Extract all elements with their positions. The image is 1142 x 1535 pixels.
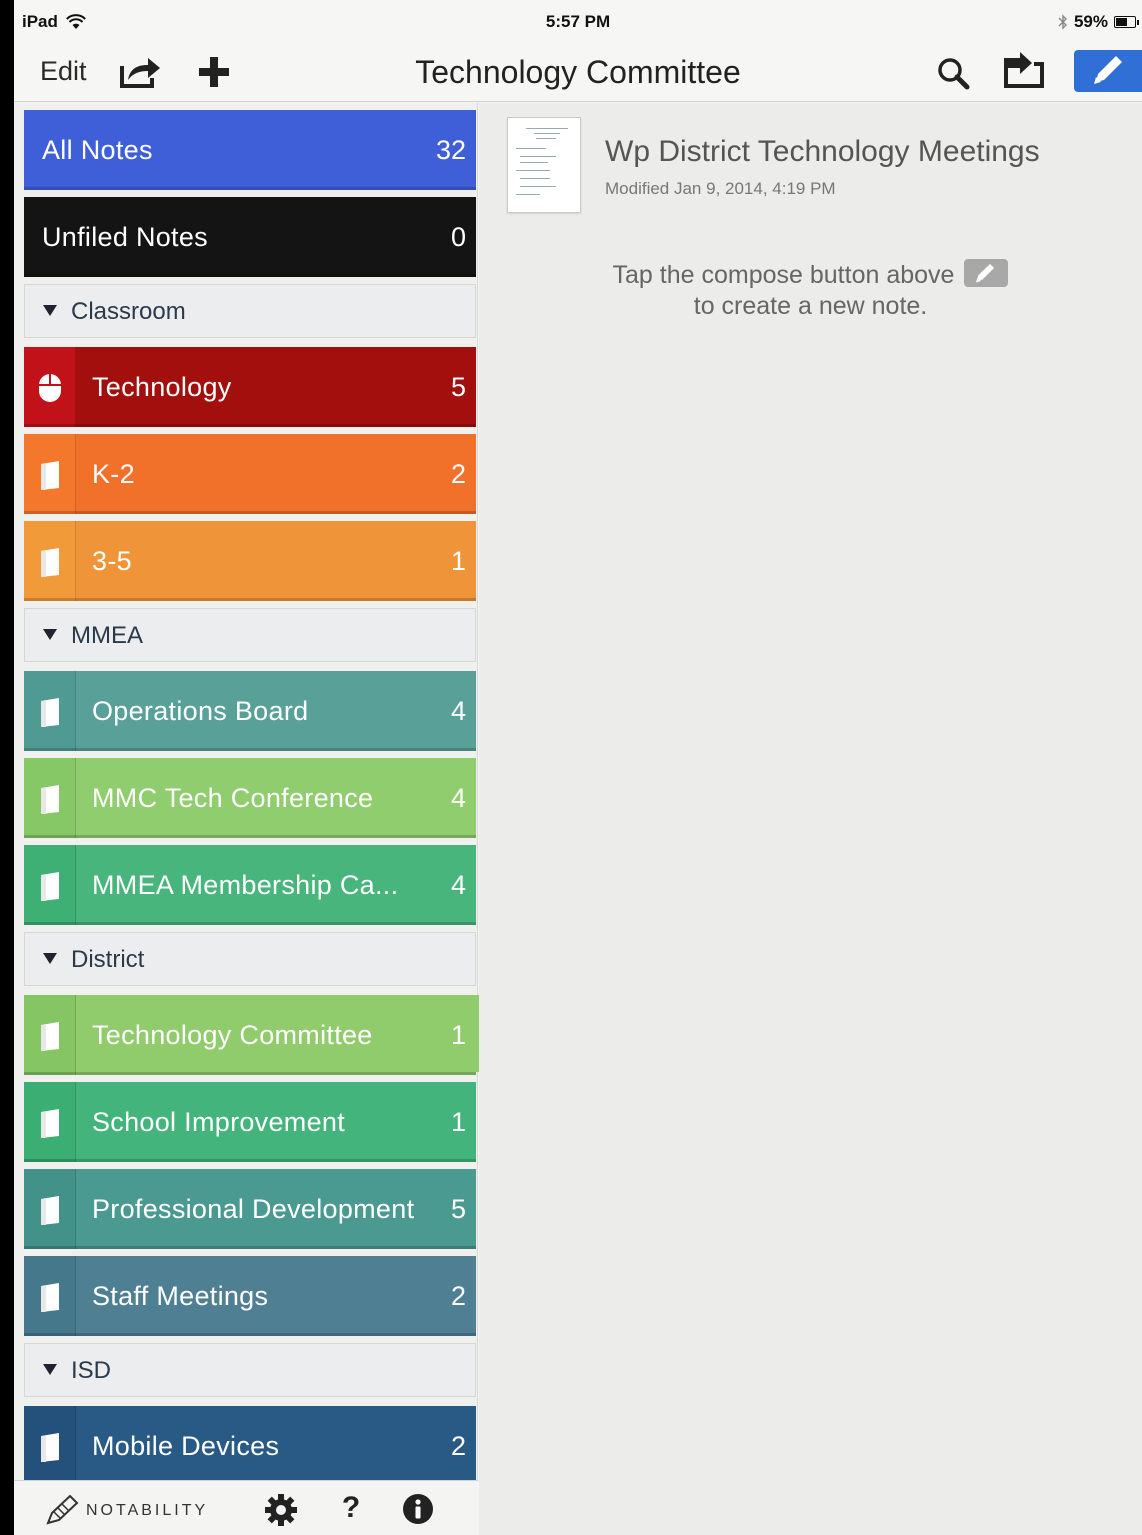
import-icon[interactable] [1000, 52, 1048, 92]
pencil-icon [1094, 56, 1122, 84]
empty-hint: Tap the compose button above to create a… [479, 259, 1142, 322]
sidebar-item-all-notes[interactable]: All Notes 32 [24, 110, 476, 190]
app-screen: iPad 5:57 PM 59% Edit Technology Committ… [14, 0, 1142, 1535]
notebook-icon [41, 1433, 59, 1462]
gear-icon[interactable] [264, 1493, 298, 1527]
hint-line-1: Tap the compose button above [612, 261, 955, 289]
battery-percent: 59% [1073, 12, 1108, 31]
disclosure-triangle-icon [43, 1364, 57, 1375]
sidebar-item-label: 3-5 [92, 546, 132, 576]
note-count: 4 [450, 696, 466, 726]
note-count: 5 [450, 372, 466, 402]
bottom-toolbar: NOTABILITY ? [14, 1480, 478, 1535]
status-time: 5:57 PM [545, 12, 611, 31]
navigation-bar: Edit Technology Committee [14, 44, 1142, 102]
sidebar-item-label: Unfiled Notes [42, 222, 208, 252]
section-header-district[interactable]: District [24, 932, 476, 986]
bluetooth-icon [1058, 14, 1067, 30]
sidebar-item-label: Technology Committee [92, 1020, 373, 1050]
sidebar-item-professional-development[interactable]: Professional Development 5 [24, 1169, 476, 1249]
disclosure-triangle-icon [43, 629, 57, 640]
section-header-classroom[interactable]: Classroom [24, 284, 476, 338]
note-modified-date: Modified Jan 9, 2014, 4:19 PM [605, 179, 836, 198]
note-count: 2 [450, 1431, 466, 1461]
section-label: ISD [71, 1357, 112, 1384]
note-count: 0 [450, 222, 466, 252]
sidebar-item-school-improvement[interactable]: School Improvement 1 [24, 1082, 476, 1162]
section-label: District [71, 946, 145, 973]
hint-line-2: to create a new note. [693, 292, 928, 320]
note-count: 1 [450, 546, 466, 576]
search-icon[interactable] [934, 54, 974, 92]
sidebar-item-label: Technology [92, 372, 232, 402]
section-label: MMEA [71, 622, 143, 649]
notebook-icon [41, 1283, 59, 1312]
sidebar-item-label: Professional Development [92, 1194, 415, 1224]
disclosure-triangle-icon [43, 305, 57, 316]
notability-logo-icon [46, 1494, 79, 1525]
pencil-icon [964, 259, 1009, 287]
disclosure-triangle-icon [43, 953, 57, 964]
note-count: 1 [450, 1020, 466, 1050]
sidebar-item-mobile-devices[interactable]: Mobile Devices 2 [24, 1406, 476, 1486]
info-icon[interactable] [402, 1493, 434, 1525]
sidebar: All Notes 32 Unfiled Notes 0 Classroom T… [14, 103, 496, 1535]
note-count: 4 [450, 870, 466, 900]
note-count: 2 [450, 459, 466, 489]
notebook-icon [41, 1022, 59, 1051]
notes-list-panel: Wp District Technology Meetings Modified… [479, 103, 1142, 1535]
sidebar-item-label: K-2 [92, 459, 135, 489]
sidebar-item-label: All Notes [42, 135, 153, 165]
note-title[interactable]: Wp District Technology Meetings [605, 135, 1040, 169]
notebook-icon [41, 872, 59, 901]
sidebar-item-label: Operations Board [92, 696, 309, 726]
note-count: 1 [450, 1107, 466, 1137]
notebook-icon [41, 698, 59, 727]
sidebar-item-label: MMC Tech Conference [92, 783, 374, 813]
sidebar-item-operations-board[interactable]: Operations Board 4 [24, 671, 476, 751]
sidebar-item-label: Staff Meetings [92, 1281, 269, 1311]
notebook-icon [41, 461, 59, 490]
brand-name: NOTABILITY [86, 1502, 209, 1519]
notebook-icon [41, 785, 59, 814]
sidebar-item-3-5[interactable]: 3-5 1 [24, 521, 476, 601]
status-bar: iPad 5:57 PM 59% [14, 0, 1142, 44]
note-count: 32 [435, 135, 466, 165]
notebook-icon [41, 1109, 59, 1138]
sidebar-item-technology[interactable]: Technology 5 [24, 347, 476, 427]
sidebar-item-label: MMEA Membership Ca... [92, 870, 399, 900]
sidebar-item-technology-committee[interactable]: Technology Committee 1 [24, 995, 476, 1075]
notebook-icon [41, 1196, 59, 1225]
sidebar-item-unfiled-notes[interactable]: Unfiled Notes 0 [24, 197, 476, 277]
battery-icon [1114, 16, 1139, 28]
note-thumbnail[interactable] [507, 117, 581, 213]
mouse-icon [39, 374, 61, 402]
sidebar-item-k-2[interactable]: K-2 2 [24, 434, 476, 514]
compose-button[interactable] [1074, 50, 1142, 92]
notebook-icon [41, 548, 59, 577]
sidebar-item-label: School Improvement [92, 1107, 346, 1137]
note-count: 5 [450, 1194, 466, 1224]
sidebar-item-mmea-membership[interactable]: MMEA Membership Ca... 4 [24, 845, 476, 925]
note-count: 4 [450, 783, 466, 813]
sidebar-item-label: Mobile Devices [92, 1431, 280, 1461]
note-count: 2 [450, 1281, 466, 1311]
section-header-isd[interactable]: ISD [24, 1343, 476, 1397]
sidebar-item-mmc-tech-conference[interactable]: MMC Tech Conference 4 [24, 758, 476, 838]
section-label: Classroom [71, 298, 186, 325]
help-button[interactable]: ? [336, 1491, 366, 1527]
sidebar-item-staff-meetings[interactable]: Staff Meetings 2 [24, 1256, 476, 1336]
section-header-mmea[interactable]: MMEA [24, 608, 476, 662]
